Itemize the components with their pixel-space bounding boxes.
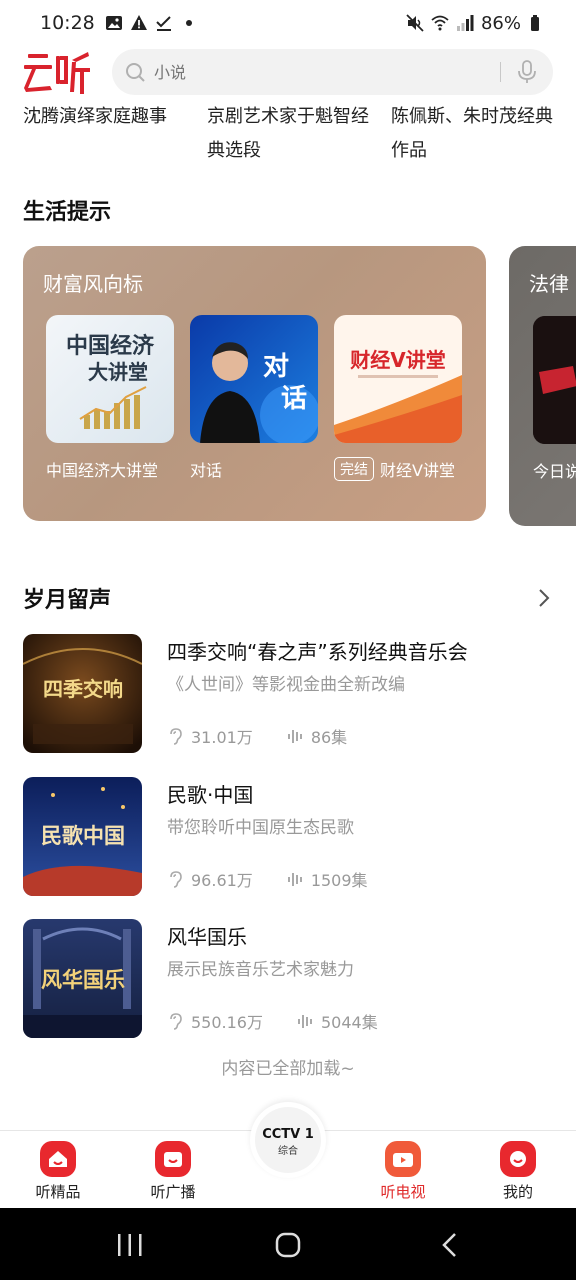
tab-radio[interactable]: 听广播	[133, 1141, 213, 1202]
item-meta: 96.61万 1509集	[167, 867, 368, 891]
play-count: 31.01万	[191, 728, 253, 747]
wealth-card[interactable]: 财富风向标 中国经济 大讲堂 中国经济大讲堂 对 话 对话 财经V讲堂 完结 财…	[23, 246, 486, 521]
item-title: 四季交响“春之声”系列经典音乐会	[167, 640, 468, 664]
section-title-years: 岁月留声	[23, 588, 112, 613]
battery-percent: 86%	[480, 12, 521, 34]
top-row-item[interactable]: 沈腾演绎家庭趣事	[23, 100, 193, 134]
completed-badge: 完结	[334, 457, 374, 481]
card-title: 法律	[529, 272, 569, 296]
section-title-life-tips: 生活提示	[23, 200, 112, 225]
folk-song-cover: 民歌中国	[23, 777, 142, 896]
top-row-item[interactable]: 京剧艺术家于魁智经典选段	[207, 100, 377, 168]
item-label: 完结 财经V讲堂	[334, 457, 462, 481]
item-label: 中国经济大讲堂	[46, 461, 159, 480]
tab-label: 我的	[502, 1183, 533, 1201]
status-left-icons	[105, 14, 198, 32]
svg-text:民歌中国: 民歌中国	[41, 823, 125, 848]
header: 云听	[0, 46, 576, 98]
play-count: 96.61万	[191, 871, 253, 890]
tab-premium[interactable]: 听精品	[18, 1141, 98, 1202]
play-count: 550.16万	[191, 1013, 263, 1032]
signal-icon	[456, 15, 474, 31]
card-title: 财富风向标	[43, 272, 143, 296]
economy-lecture-cover: 中国经济 大讲堂	[46, 315, 174, 443]
card-item-dialogue[interactable]: 对 话 对话	[190, 315, 318, 481]
listen-ear-icon	[170, 728, 182, 745]
law-cover	[533, 316, 576, 444]
list-item[interactable]: 风华国乐 风华国乐 展示民族音乐艺术家魅力 550.16万 5044集	[23, 919, 553, 1039]
wifi-icon	[431, 15, 449, 31]
yunting-logo[interactable]: 云听	[22, 48, 92, 94]
tab-label: 听精品	[35, 1183, 81, 1201]
cctv-logo: CCTV 1 综合	[255, 1107, 321, 1173]
dot-icon	[185, 20, 192, 26]
svg-text:综合: 综合	[278, 1144, 298, 1157]
radio-icon	[155, 1141, 191, 1177]
search-bar[interactable]	[112, 49, 553, 95]
item-meta: 550.16万 5044集	[167, 1009, 378, 1033]
episode-count: 1509集	[310, 871, 368, 890]
episode-count: 5044集	[321, 1013, 378, 1032]
search-input[interactable]	[154, 62, 500, 82]
tab-label: 听广播	[150, 1183, 196, 1201]
episodes-icon	[287, 730, 302, 743]
svg-text:CCTV 1: CCTV 1	[262, 1127, 314, 1142]
system-nav-bar	[0, 1208, 576, 1280]
svg-text:风华国乐: 风华国乐	[41, 967, 125, 992]
concert-cover: 四季交响	[23, 634, 142, 753]
item-subtitle: 《人世间》等影视金曲全新改编	[167, 675, 405, 695]
listen-ear-icon	[170, 1013, 182, 1030]
law-card[interactable]: 法律 今日说	[509, 246, 576, 526]
item-title: 民歌·中国	[167, 783, 254, 807]
listen-ear-icon	[170, 871, 182, 888]
status-bar: 10:28 86%	[0, 0, 576, 46]
image-icon	[105, 16, 122, 30]
mic-icon[interactable]	[517, 60, 537, 84]
warning-icon	[130, 15, 147, 30]
item-title: 风华国乐	[167, 925, 247, 949]
search-divider	[500, 62, 501, 82]
profile-icon	[500, 1141, 536, 1177]
tv-icon	[385, 1141, 421, 1177]
item-meta: 31.01万 86集	[167, 724, 347, 748]
item-label: 对话	[190, 461, 223, 480]
search-icon	[126, 63, 145, 82]
recent-apps-icon[interactable]	[110, 1230, 150, 1260]
item-label: 今日说	[533, 462, 576, 481]
svg-text:中国经济: 中国经济	[66, 333, 155, 359]
finance-v-cover: 财经V讲堂	[334, 315, 462, 443]
chevron-right-icon[interactable]	[534, 584, 554, 612]
home-button-icon[interactable]	[268, 1230, 308, 1260]
svg-text:四季交响: 四季交响	[43, 677, 123, 701]
episode-count: 86集	[310, 728, 348, 747]
mute-icon	[406, 14, 424, 32]
item-subtitle: 带您聆听中国原生态民歌	[167, 818, 354, 838]
download-done-icon	[156, 16, 171, 31]
episodes-icon	[287, 873, 302, 886]
item-subtitle: 展示民族音乐艺术家魅力	[167, 960, 354, 980]
status-right-icons: 86%	[406, 13, 546, 34]
svg-text:财经V讲堂: 财经V讲堂	[350, 348, 445, 372]
episodes-icon	[298, 1015, 312, 1028]
dialogue-cover: 对 话	[190, 315, 318, 443]
svg-text:话: 话	[281, 384, 307, 414]
home-icon	[40, 1141, 76, 1177]
tab-mine[interactable]: 我的	[478, 1141, 558, 1202]
cctv-center-button[interactable]: CCTV 1 综合	[250, 1102, 326, 1178]
svg-text:对: 对	[263, 352, 289, 382]
top-row: 沈腾演绎家庭趣事 京剧艺术家于魁智经典选段 陈佩斯、朱时茂经典作品	[0, 100, 576, 170]
tab-label: 听电视	[380, 1183, 426, 1201]
status-time: 10:28	[40, 12, 95, 34]
tab-tv[interactable]: 听电视	[363, 1141, 443, 1202]
list-item[interactable]: 民歌中国 民歌·中国 带您聆听中国原生态民歌 96.61万 1509集	[23, 777, 553, 897]
card-item-finance-v[interactable]: 财经V讲堂 完结 财经V讲堂	[334, 315, 462, 481]
card-item-economy-lecture[interactable]: 中国经济 大讲堂 中国经济大讲堂	[46, 315, 174, 481]
battery-icon	[531, 15, 539, 31]
top-row-item[interactable]: 陈佩斯、朱时茂经典作品	[391, 100, 561, 168]
all-loaded-text: 内容已全部加载~	[221, 1059, 355, 1079]
back-icon[interactable]	[430, 1230, 470, 1260]
list-item[interactable]: 四季交响 四季交响“春之声”系列经典音乐会 《人世间》等影视金曲全新改编 31.…	[23, 634, 553, 754]
national-music-cover: 风华国乐	[23, 919, 142, 1038]
svg-text:大讲堂: 大讲堂	[88, 360, 148, 384]
